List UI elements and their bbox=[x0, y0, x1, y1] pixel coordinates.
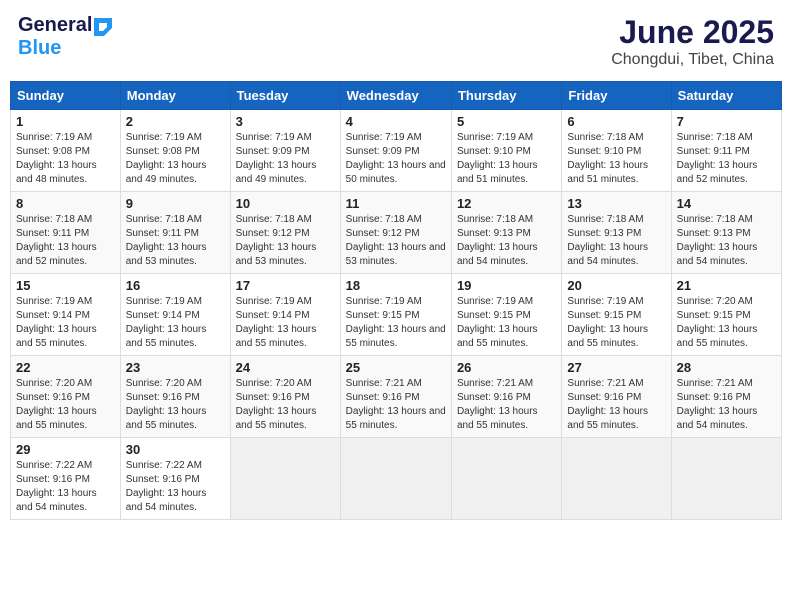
day-20: 20 Sunrise: 7:19 AMSunset: 9:15 PMDaylig… bbox=[562, 274, 671, 356]
day-16: 16 Sunrise: 7:19 AMSunset: 9:14 PMDaylig… bbox=[120, 274, 230, 356]
day-5: 5 Sunrise: 7:19 AMSunset: 9:10 PMDayligh… bbox=[451, 110, 561, 192]
day-17: 17 Sunrise: 7:19 AMSunset: 9:14 PMDaylig… bbox=[230, 274, 340, 356]
day-23: 23 Sunrise: 7:20 AMSunset: 9:16 PMDaylig… bbox=[120, 356, 230, 438]
empty-cell-4 bbox=[562, 438, 671, 520]
empty-cell-1 bbox=[230, 438, 340, 520]
day-26: 26 Sunrise: 7:21 AMSunset: 9:16 PMDaylig… bbox=[451, 356, 561, 438]
calendar-table: Sunday Monday Tuesday Wednesday Thursday… bbox=[10, 81, 782, 520]
day-29: 29 Sunrise: 7:22 AMSunset: 9:16 PMDaylig… bbox=[11, 438, 121, 520]
day-14: 14 Sunrise: 7:18 AMSunset: 9:13 PMDaylig… bbox=[671, 192, 781, 274]
day-19: 19 Sunrise: 7:19 AMSunset: 9:15 PMDaylig… bbox=[451, 274, 561, 356]
day-3: 3 Sunrise: 7:19 AMSunset: 9:09 PMDayligh… bbox=[230, 110, 340, 192]
week-row-4: 22 Sunrise: 7:20 AMSunset: 9:16 PMDaylig… bbox=[11, 356, 782, 438]
header-tuesday: Tuesday bbox=[230, 82, 340, 110]
week-row-1: 1 Sunrise: 7:19 AMSunset: 9:08 PMDayligh… bbox=[11, 110, 782, 192]
month-title: June 2025 bbox=[611, 14, 774, 51]
empty-cell-3 bbox=[451, 438, 561, 520]
day-10: 10 Sunrise: 7:18 AMSunset: 9:12 PMDaylig… bbox=[230, 192, 340, 274]
week-row-5: 29 Sunrise: 7:22 AMSunset: 9:16 PMDaylig… bbox=[11, 438, 782, 520]
day-11: 11 Sunrise: 7:18 AMSunset: 9:12 PMDaylig… bbox=[340, 192, 451, 274]
header-saturday: Saturday bbox=[671, 82, 781, 110]
day-25: 25 Sunrise: 7:21 AMSunset: 9:16 PMDaylig… bbox=[340, 356, 451, 438]
header-wednesday: Wednesday bbox=[340, 82, 451, 110]
day-6: 6 Sunrise: 7:18 AMSunset: 9:10 PMDayligh… bbox=[562, 110, 671, 192]
week-row-3: 15 Sunrise: 7:19 AMSunset: 9:14 PMDaylig… bbox=[11, 274, 782, 356]
day-12: 12 Sunrise: 7:18 AMSunset: 9:13 PMDaylig… bbox=[451, 192, 561, 274]
header-monday: Monday bbox=[120, 82, 230, 110]
empty-cell-5 bbox=[671, 438, 781, 520]
day-21: 21 Sunrise: 7:20 AMSunset: 9:15 PMDaylig… bbox=[671, 274, 781, 356]
day-30: 30 Sunrise: 7:22 AMSunset: 9:16 PMDaylig… bbox=[120, 438, 230, 520]
day-18: 18 Sunrise: 7:19 AMSunset: 9:15 PMDaylig… bbox=[340, 274, 451, 356]
header-sunday: Sunday bbox=[11, 82, 121, 110]
logo-general-text: General bbox=[18, 14, 92, 37]
location: Chongdui, Tibet, China bbox=[611, 51, 774, 69]
day-7: 7 Sunrise: 7:18 AMSunset: 9:11 PMDayligh… bbox=[671, 110, 781, 192]
weekday-header-row: Sunday Monday Tuesday Wednesday Thursday… bbox=[11, 82, 782, 110]
day-8: 8 Sunrise: 7:18 AMSunset: 9:11 PMDayligh… bbox=[11, 192, 121, 274]
day-13: 13 Sunrise: 7:18 AMSunset: 9:13 PMDaylig… bbox=[562, 192, 671, 274]
header-friday: Friday bbox=[562, 82, 671, 110]
week-row-2: 8 Sunrise: 7:18 AMSunset: 9:11 PMDayligh… bbox=[11, 192, 782, 274]
day-9: 9 Sunrise: 7:18 AMSunset: 9:11 PMDayligh… bbox=[120, 192, 230, 274]
logo-icon bbox=[94, 18, 112, 36]
logo-blue-text: Blue bbox=[18, 37, 61, 59]
header-thursday: Thursday bbox=[451, 82, 561, 110]
day-15: 15 Sunrise: 7:19 AMSunset: 9:14 PMDaylig… bbox=[11, 274, 121, 356]
logo: General Blue bbox=[18, 14, 112, 60]
day-22: 22 Sunrise: 7:20 AMSunset: 9:16 PMDaylig… bbox=[11, 356, 121, 438]
empty-cell-2 bbox=[340, 438, 451, 520]
day-27: 27 Sunrise: 7:21 AMSunset: 9:16 PMDaylig… bbox=[562, 356, 671, 438]
page-header: General Blue June 2025 Chongdui, Tibet, … bbox=[10, 10, 782, 73]
day-28: 28 Sunrise: 7:21 AMSunset: 9:16 PMDaylig… bbox=[671, 356, 781, 438]
day-1: 1 Sunrise: 7:19 AMSunset: 9:08 PMDayligh… bbox=[11, 110, 121, 192]
day-2: 2 Sunrise: 7:19 AMSunset: 9:08 PMDayligh… bbox=[120, 110, 230, 192]
title-block: June 2025 Chongdui, Tibet, China bbox=[611, 14, 774, 69]
day-24: 24 Sunrise: 7:20 AMSunset: 9:16 PMDaylig… bbox=[230, 356, 340, 438]
day-4: 4 Sunrise: 7:19 AMSunset: 9:09 PMDayligh… bbox=[340, 110, 451, 192]
